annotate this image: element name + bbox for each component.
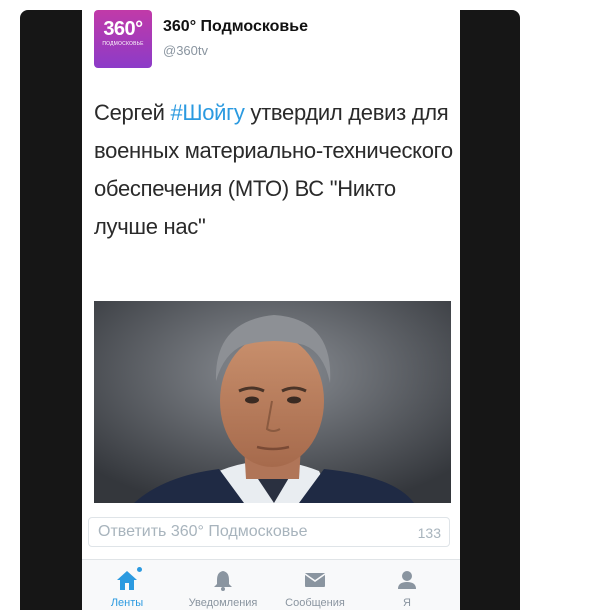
hashtag-link[interactable]: #Шойгу bbox=[170, 100, 244, 125]
tweet-screen: 360° подмосковье 360° Подмосковье @360tv… bbox=[82, 10, 460, 610]
tab-me[interactable]: Я bbox=[362, 560, 452, 610]
tweet-text: Сергей #Шойгу утвердил девиз для военных… bbox=[94, 94, 456, 246]
tab-notifications[interactable]: Уведомления bbox=[178, 560, 268, 610]
tweet-text-start: Сергей bbox=[94, 100, 171, 125]
tab-notifications-label: Уведомления bbox=[188, 597, 258, 609]
home-icon bbox=[117, 571, 137, 590]
author-handle[interactable]: @360tv bbox=[163, 43, 208, 58]
tab-home-label: Ленты bbox=[110, 597, 144, 609]
tab-messages[interactable]: Сообщения bbox=[270, 560, 360, 610]
avatar-number: 360° bbox=[103, 18, 143, 40]
tweet-header: 360° подмосковье 360° Подмосковье @360tv bbox=[94, 10, 454, 70]
reply-input[interactable]: Ответить 360° Подмосковье 133 bbox=[88, 517, 450, 547]
bell-icon bbox=[214, 571, 232, 591]
character-count: 133 bbox=[417, 525, 441, 541]
tab-messages-label: Сообщения bbox=[285, 597, 345, 609]
person-icon bbox=[398, 571, 416, 589]
tab-me-label: Я bbox=[403, 597, 411, 609]
bottom-tab-bar: Ленты Уведомления Сообщения Я bbox=[82, 559, 460, 610]
reply-placeholder: Ответить 360° Подмосковье bbox=[98, 523, 308, 540]
new-tweets-dot bbox=[137, 567, 142, 572]
envelope-icon bbox=[304, 573, 326, 587]
avatar[interactable]: 360° подмосковье bbox=[94, 10, 152, 68]
author-name[interactable]: 360° Подмосковье bbox=[163, 18, 308, 36]
tweet-photo[interactable] bbox=[94, 301, 451, 503]
tab-home[interactable]: Ленты bbox=[82, 560, 172, 610]
avatar-subtitle: подмосковье bbox=[102, 41, 144, 47]
portrait-photo bbox=[94, 301, 451, 503]
